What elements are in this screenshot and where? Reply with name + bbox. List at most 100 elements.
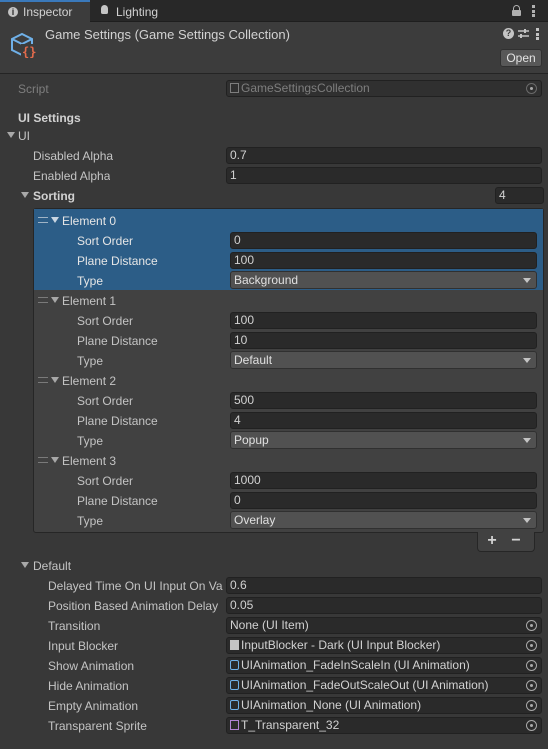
plane-distance-label: Plane Distance [77, 254, 158, 268]
scriptable-object-icon [230, 660, 239, 670]
object-picker-icon [526, 83, 537, 94]
script-file-icon [230, 83, 239, 93]
hide-animation-label: Hide Animation [48, 679, 129, 693]
plane-distance-field[interactable]: 100 [230, 252, 537, 269]
transparent-sprite-label: Transparent Sprite [48, 719, 147, 733]
open-button[interactable]: Open [500, 49, 542, 67]
disabled-alpha-label: Disabled Alpha [33, 149, 114, 163]
scriptable-object-icon [230, 680, 239, 690]
ui-foldout-label[interactable]: UI [18, 127, 30, 145]
plane-distance-field[interactable]: 4 [230, 412, 537, 429]
sort-order-label: Sort Order [77, 234, 134, 248]
transparent-sprite-field[interactable]: T_Transparent_32 [226, 717, 542, 734]
foldout-arrow-icon[interactable] [51, 377, 59, 383]
foldout-arrow-icon[interactable] [21, 562, 29, 568]
empty-animation-value: UIAnimation_None (UI Animation) [241, 698, 422, 712]
foldout-arrow-icon[interactable] [7, 132, 15, 138]
foldout-arrow-icon[interactable] [51, 297, 59, 303]
script-label: Script [18, 82, 49, 96]
object-picker-icon[interactable] [526, 640, 537, 651]
transition-label: Transition [48, 619, 101, 633]
type-value: Background [234, 273, 299, 287]
section-title: UI Settings [18, 111, 81, 125]
element-label[interactable]: Element 1 [62, 292, 116, 310]
sort-order-label: Sort Order [77, 314, 134, 328]
show-animation-value: UIAnimation_FadeInScaleIn (UI Animation) [241, 658, 470, 672]
lock-icon[interactable] [512, 5, 521, 16]
more-options-icon[interactable] [536, 28, 539, 40]
sort-order-field[interactable]: 0 [230, 232, 537, 249]
empty-animation-label: Empty Animation [48, 699, 139, 713]
scriptable-object-icon: {} [8, 30, 38, 60]
plane-distance-label: Plane Distance [77, 414, 158, 428]
enabled-alpha-field[interactable]: 1 [226, 167, 542, 184]
object-picker-icon[interactable] [526, 720, 537, 731]
chevron-down-icon [523, 278, 531, 283]
drag-handle-icon[interactable] [38, 457, 48, 463]
script-file-icon [230, 640, 239, 650]
element-label[interactable]: Element 2 [62, 372, 116, 390]
transition-field[interactable]: None (UI Item) [226, 617, 542, 634]
scriptable-object-icon [230, 700, 239, 710]
sort-order-label: Sort Order [77, 394, 134, 408]
inspector-header: {} Game Settings (Game Settings Collecti… [0, 22, 548, 74]
object-picker-icon[interactable] [526, 660, 537, 671]
foldout-arrow-icon[interactable] [21, 192, 29, 198]
show-animation-label: Show Animation [48, 659, 135, 673]
tab-bar: i Inspector Lighting [0, 0, 548, 22]
tab-lighting[interactable]: Lighting [98, 0, 178, 22]
sort-order-label: Sort Order [77, 474, 134, 488]
position-delay-field[interactable]: 0.05 [226, 597, 542, 614]
element-label[interactable]: Element 0 [62, 212, 116, 230]
drag-handle-icon[interactable] [38, 297, 48, 303]
sort-order-field[interactable]: 1000 [230, 472, 537, 489]
help-icon[interactable]: ? [503, 28, 514, 39]
sort-order-field[interactable]: 500 [230, 392, 537, 409]
disabled-alpha-field[interactable]: 0.7 [226, 147, 542, 164]
page-title: Game Settings (Game Settings Collection) [45, 27, 290, 42]
foldout-arrow-icon[interactable] [51, 457, 59, 463]
transparent-sprite-value: T_Transparent_32 [241, 718, 340, 732]
script-field: GameSettingsCollection [226, 80, 542, 97]
type-dropdown[interactable]: Overlay [230, 511, 537, 529]
plane-distance-field[interactable]: 0 [230, 492, 537, 509]
element-label[interactable]: Element 3 [62, 452, 116, 470]
lightbulb-icon [101, 5, 108, 14]
default-foldout-label[interactable]: Default [33, 557, 71, 575]
tab-inspector[interactable]: i Inspector [0, 0, 90, 22]
object-picker-icon[interactable] [526, 700, 537, 711]
svg-text:{}: {} [22, 45, 36, 59]
add-element-button[interactable]: + [485, 531, 499, 551]
type-label: Type [77, 274, 104, 288]
type-dropdown[interactable]: Default [230, 351, 537, 369]
drag-handle-icon[interactable] [38, 217, 48, 223]
plane-distance-label: Plane Distance [77, 494, 158, 508]
empty-animation-field[interactable]: UIAnimation_None (UI Animation) [226, 697, 542, 714]
type-value: Overlay [234, 513, 276, 527]
delayed-time-field[interactable]: 0.6 [226, 577, 542, 594]
input-blocker-value: InputBlocker - Dark (UI Input Blocker) [241, 638, 441, 652]
show-animation-field[interactable]: UIAnimation_FadeInScaleIn (UI Animation) [226, 657, 542, 674]
foldout-arrow-icon[interactable] [51, 217, 59, 223]
preset-icon[interactable] [518, 28, 529, 39]
input-blocker-label: Input Blocker [48, 639, 119, 653]
hide-animation-field[interactable]: UIAnimation_FadeOutScaleOut (UI Animatio… [226, 677, 542, 694]
sort-order-field[interactable]: 100 [230, 312, 537, 329]
tab-lighting-label: Lighting [116, 5, 159, 19]
remove-element-button[interactable]: − [509, 531, 523, 551]
more-options-icon[interactable] [532, 5, 535, 17]
plane-distance-field[interactable]: 10 [230, 332, 537, 349]
object-picker-icon[interactable] [526, 620, 537, 631]
sorting-size-field[interactable]: 4 [495, 187, 544, 204]
sorting-foldout-label[interactable]: Sorting [33, 187, 75, 205]
type-dropdown[interactable]: Popup [230, 431, 537, 449]
position-delay-label: Position Based Animation Delay [48, 599, 219, 613]
type-label: Type [77, 434, 104, 448]
sprite-icon [230, 720, 239, 730]
type-dropdown[interactable]: Background [230, 271, 537, 289]
object-picker-icon[interactable] [526, 680, 537, 691]
drag-handle-icon[interactable] [38, 377, 48, 383]
enabled-alpha-label: Enabled Alpha [33, 169, 111, 183]
plane-distance-label: Plane Distance [77, 334, 158, 348]
input-blocker-field[interactable]: InputBlocker - Dark (UI Input Blocker) [226, 637, 542, 654]
